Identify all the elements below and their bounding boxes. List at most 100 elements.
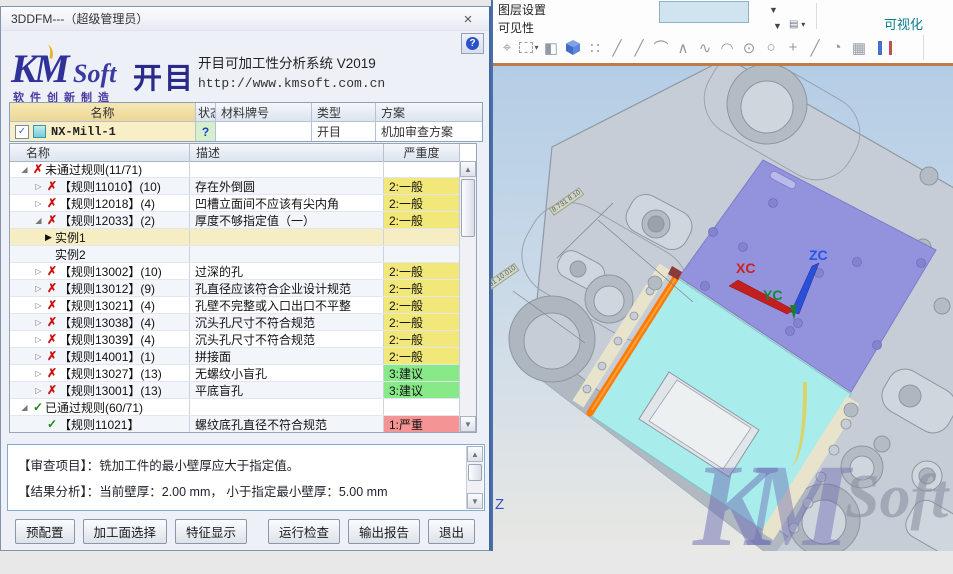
tree-collapsed-icon[interactable]: ▷ xyxy=(32,284,45,293)
rule-row[interactable]: ▷✗【规则13002】(10)过深的孔2:一般 xyxy=(10,263,460,280)
pass-check-icon: ✓ xyxy=(45,417,59,431)
feature-display-button[interactable]: 特征显示 xyxy=(175,519,247,544)
tree-collapsed-icon[interactable]: ▷ xyxy=(32,352,45,361)
studio-spline-icon[interactable]: ∿ xyxy=(694,36,716,60)
column-rule-name[interactable]: 名称 xyxy=(10,144,190,161)
hole[interactable] xyxy=(874,436,890,452)
machining-face-select-button[interactable]: 加工面选择 xyxy=(83,519,168,544)
view-triad-z-label: Z xyxy=(495,496,504,513)
rule-row[interactable]: ▷✗【规则13012】(9)孔直径应该符合企业设计规范2:一般 xyxy=(10,280,460,297)
tree-collapsed-icon[interactable]: ▷ xyxy=(32,318,45,327)
solid-body-icon[interactable]: ◧ xyxy=(540,36,562,60)
column-type[interactable]: 类型 xyxy=(312,103,376,121)
shaded-cube-icon[interactable] xyxy=(562,36,584,60)
rule-row[interactable]: ◢✗【规则12033】(2)厚度不够指定值（一）2:一般 xyxy=(10,212,460,229)
column-rule-severity[interactable]: 严重度 xyxy=(384,144,460,161)
rule-row[interactable]: ✓【规则11021】螺纹底孔直径不符合规范1:严重 xyxy=(10,416,460,432)
preconfig-button[interactable]: 预配置 xyxy=(15,519,75,544)
layer-combobox[interactable] xyxy=(659,1,749,23)
rule-description: 沉头孔尺寸不符合规范 xyxy=(190,314,384,330)
model-checkbox[interactable]: ✓ xyxy=(15,125,29,139)
circle-icon[interactable]: ○ xyxy=(760,36,782,60)
visualization-label[interactable]: 可视化 xyxy=(884,14,923,33)
chevron-down-icon[interactable]: ▼ xyxy=(769,5,778,15)
rule-description xyxy=(190,161,384,177)
rule-row[interactable]: ▷✗【规则13021】(4)孔壁不完整或入口出口不平整2:一般 xyxy=(10,297,460,314)
column-status[interactable]: 状态 xyxy=(196,103,216,121)
fail-cross-icon: ✗ xyxy=(45,332,59,346)
point-icon[interactable]: + xyxy=(782,36,804,60)
rule-row[interactable]: ▷✗【规则13027】(13)无螺纹小盲孔3:建议 xyxy=(10,365,460,382)
column-material[interactable]: 材料牌号 xyxy=(216,103,312,121)
rule-row[interactable]: ◢✗未通过规则(11/71) xyxy=(10,161,460,178)
tree-collapsed-icon[interactable]: ▷ xyxy=(32,335,45,344)
chevron-down-icon[interactable]: ▼ xyxy=(773,21,782,31)
column-name[interactable]: 名称 xyxy=(10,103,196,121)
3d-viewport[interactable] xyxy=(493,66,953,551)
rule-row[interactable]: ▷✗【规则12018】(4)凹槽立面间不应该有尖内角2:一般 xyxy=(10,195,460,212)
run-check-button[interactable]: 运行检查 xyxy=(268,519,340,544)
fillet-curve-icon[interactable]: ⌒ xyxy=(650,36,672,60)
arc-icon[interactable]: ◠ xyxy=(716,36,738,60)
spline-points-icon[interactable]: ∧ xyxy=(672,36,694,60)
exit-button[interactable]: 退出 xyxy=(428,519,475,544)
column-rule-desc[interactable]: 描述 xyxy=(190,144,384,161)
scroll-down-icon[interactable]: ▼ xyxy=(467,493,483,509)
scroll-down-icon[interactable]: ▼ xyxy=(460,416,476,432)
rule-row[interactable]: ▶实例1 xyxy=(10,229,460,246)
circle-center-icon[interactable]: ⊙ xyxy=(738,36,760,60)
tree-collapsed-icon[interactable]: ▷ xyxy=(32,301,45,310)
tree-collapsed-icon[interactable]: ▷ xyxy=(32,182,45,191)
dialog-titlebar[interactable]: 3DDFM---（超级管理员） xyxy=(1,7,489,31)
rule-row[interactable]: ▷✗【规则14001】(1)拼接面2:一般 xyxy=(10,348,460,365)
show-edges-icon[interactable] xyxy=(870,36,892,60)
tree-collapsed-icon[interactable]: ▷ xyxy=(32,267,45,276)
scrollbar-thumb[interactable] xyxy=(461,179,475,237)
move-pattern-icon[interactable]: ∷ xyxy=(584,36,606,60)
scrollbar-thumb[interactable] xyxy=(468,464,482,481)
selection-group-icon[interactable]: ▤ ▾ xyxy=(789,19,805,30)
datum-grid-icon[interactable]: ▦ xyxy=(848,36,870,60)
tree-collapsed-icon[interactable]: ▷ xyxy=(32,369,45,378)
marquee-select-icon[interactable]: ▾ xyxy=(518,36,540,60)
rule-name: 已通过规则(60/71) xyxy=(45,399,143,415)
ribbon-separator xyxy=(816,3,817,29)
rule-severity: 2:一般 xyxy=(384,280,460,296)
layer-settings-menu[interactable]: 图层设置 xyxy=(498,1,546,18)
tree-expanded-icon[interactable]: ◢ xyxy=(32,216,45,225)
rule-row[interactable]: ▷✗【规则13039】(4)沉头孔尺寸不符合规范2:一般 xyxy=(10,331,460,348)
scroll-up-icon[interactable]: ▲ xyxy=(467,446,483,462)
tree-expanded-icon[interactable]: ◢ xyxy=(18,165,31,174)
hole-bottom xyxy=(524,313,580,369)
rule-row[interactable]: ▷✗【规则13038】(4)沉头孔尺寸不符合规范2:一般 xyxy=(10,314,460,331)
hole xyxy=(899,385,921,407)
tree-collapsed-icon[interactable]: ▷ xyxy=(32,386,45,395)
selected-row-arrow-icon[interactable]: ▶ xyxy=(42,232,55,243)
face-blend-icon[interactable]: ◔ xyxy=(826,36,848,60)
rule-row[interactable]: 实例2 xyxy=(10,246,460,263)
rules-list: ◢✗未通过规则(11/71)▷✗【规则11010】(10)存在外倒圆2:一般▷✗… xyxy=(10,161,460,432)
angled-line-icon[interactable]: ╱ xyxy=(804,36,826,60)
rule-row[interactable]: ▷✗【规则11010】(10)存在外倒圆2:一般 xyxy=(10,178,460,195)
rule-row[interactable]: ◢✓已通过规则(60/71) xyxy=(10,399,460,416)
solid-model-icon xyxy=(33,125,46,138)
hole[interactable] xyxy=(920,167,938,185)
fail-cross-icon: ✗ xyxy=(45,298,59,312)
output-report-button[interactable]: 输出报告 xyxy=(348,519,420,544)
column-plan[interactable]: 方案 xyxy=(376,103,482,121)
close-button[interactable]: × xyxy=(459,11,477,28)
rule-description: 凹槽立面间不应该有尖内角 xyxy=(190,195,384,211)
rule-row[interactable]: ▷✗【规则13001】(13)平底盲孔3:建议 xyxy=(10,382,460,399)
model-row[interactable]: ✓ NX-Mill-1 ? 开目 机加审查方案 xyxy=(10,121,482,141)
snap-point-icon[interactable]: ⌖ xyxy=(496,36,518,60)
info-scrollbar[interactable]: ▲ ▼ xyxy=(466,446,483,509)
tree-collapsed-icon[interactable]: ▷ xyxy=(32,199,45,208)
rules-table: 名称 描述 严重度 ◢✗未通过规则(11/71)▷✗【规则11010】(10)存… xyxy=(9,143,477,433)
fail-cross-icon: ✗ xyxy=(45,281,59,295)
line-icon[interactable]: ╱ xyxy=(606,36,628,60)
polyline-icon[interactable]: ╱ xyxy=(628,36,650,60)
hole[interactable] xyxy=(934,298,950,314)
rules-scrollbar[interactable]: ▲ ▼ xyxy=(459,161,476,432)
tree-expanded-icon[interactable]: ◢ xyxy=(18,403,31,412)
scroll-up-icon[interactable]: ▲ xyxy=(460,161,476,177)
